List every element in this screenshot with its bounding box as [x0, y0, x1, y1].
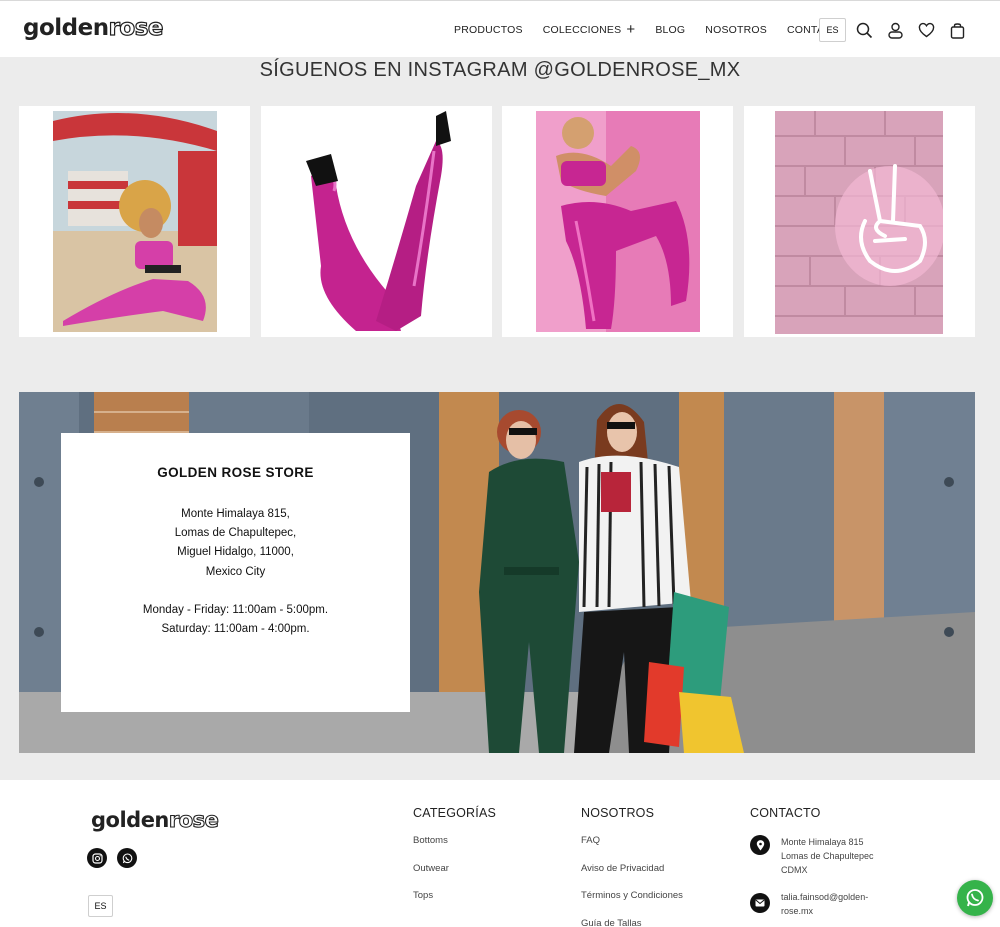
- main-nav: PRODUCTOS COLECCIONES + BLOG NOSOTROS CON…: [454, 21, 867, 38]
- footer-heading: CATEGORÍAS: [413, 806, 497, 820]
- footer-link-outwear[interactable]: Outwear: [413, 863, 496, 891]
- plus-icon: +: [626, 21, 636, 38]
- footer-link-faq[interactable]: FAQ: [581, 835, 683, 863]
- user-icon[interactable]: [885, 20, 905, 40]
- footer-link-tallas[interactable]: Guía de Tallas: [581, 918, 683, 927]
- site-footer: goldenrose ES CATEGORÍAS Bottoms Outwear…: [0, 780, 1000, 927]
- store-address-line: Miguel Hidalgo, 11000,: [177, 546, 294, 559]
- whatsapp-chat-icon: [966, 889, 984, 907]
- footer-logo[interactable]: goldenrose: [91, 807, 219, 832]
- footer-contact-email[interactable]: talia.fainsod@golden- rose.mx: [750, 890, 891, 918]
- footer-link-terminos[interactable]: Términos y Condiciones: [581, 890, 683, 918]
- ig-post-legs[interactable]: [261, 106, 492, 337]
- contact-address-line: Lomas de Chapultepec: [781, 851, 874, 861]
- pink-studio-photo: [536, 111, 700, 332]
- footer-link-privacidad[interactable]: Aviso de Privacidad: [581, 863, 683, 891]
- instagram-icon[interactable]: [87, 848, 107, 868]
- nav-nosotros[interactable]: NOSOTROS: [705, 24, 767, 36]
- footer-link-tops[interactable]: Tops: [413, 890, 496, 918]
- footer-heading: CONTACTO: [750, 806, 821, 820]
- ig-post-neon-hand[interactable]: [744, 106, 975, 337]
- location-pin-icon: [750, 835, 770, 855]
- store-address-line: Monte Himalaya 815,: [181, 508, 290, 520]
- footer-contact-address: Monte Himalaya 815 Lomas de Chapultepec …: [750, 835, 891, 877]
- contact-email-line: talia.fainsod@golden-: [781, 892, 869, 902]
- store-hours-line: Monday - Friday: 11:00am - 5:00pm.: [142, 604, 329, 616]
- contact-address-line: CDMX: [781, 865, 808, 875]
- store-address-hours: Monte Himalaya 815, Lomas de Chapultepec…: [61, 505, 410, 639]
- store-title: GOLDEN ROSE STORE: [157, 465, 314, 480]
- bag-icon[interactable]: [947, 20, 967, 40]
- store-address-line: Mexico City: [205, 565, 266, 578]
- ig-post-pink[interactable]: [502, 106, 733, 337]
- neon-hand-photo: [775, 111, 943, 334]
- ig-post-beach[interactable]: [19, 106, 250, 337]
- contact-address-line: Monte Himalaya 815: [781, 837, 864, 847]
- contact-email-line: rose.mx: [781, 906, 814, 916]
- search-icon[interactable]: [854, 20, 874, 40]
- whatsapp-icon[interactable]: [117, 848, 137, 868]
- footer-contacto: CONTACTO: [750, 806, 821, 835]
- footer-heading: NOSOTROS: [581, 806, 655, 820]
- nav-productos[interactable]: PRODUCTOS: [454, 24, 523, 36]
- nav-blog[interactable]: BLOG: [655, 24, 685, 36]
- site-header: goldenrose PRODUCTOS COLECCIONES + BLOG N…: [0, 0, 1000, 57]
- store-info-card: GOLDEN ROSE STORE Monte Himalaya 815, Lo…: [61, 433, 410, 712]
- site-logo[interactable]: goldenrose: [23, 14, 164, 41]
- language-button[interactable]: ES: [819, 18, 846, 42]
- heart-icon[interactable]: [916, 20, 936, 40]
- nav-colecciones[interactable]: COLECCIONES +: [543, 21, 636, 38]
- store-hours-line: Saturday: 11:00am - 4:00pm.: [161, 623, 310, 636]
- footer-language-button[interactable]: ES: [88, 895, 113, 917]
- store-address-line: Lomas de Chapultepec,: [174, 527, 297, 540]
- mail-icon: [750, 893, 770, 913]
- legs-photo: [286, 106, 466, 337]
- beach-photo: [53, 111, 217, 332]
- instagram-title: SÍGUENOS EN INSTAGRAM @GOLDENROSE_MX: [259, 59, 741, 81]
- footer-link-bottoms[interactable]: Bottoms: [413, 835, 496, 863]
- footer-categorias: CATEGORÍAS Bottoms Outwear Tops: [413, 806, 496, 918]
- footer-nosotros: NOSOTROS FAQ Aviso de Privacidad Término…: [581, 806, 683, 927]
- whatsapp-chat-button[interactable]: [957, 880, 993, 916]
